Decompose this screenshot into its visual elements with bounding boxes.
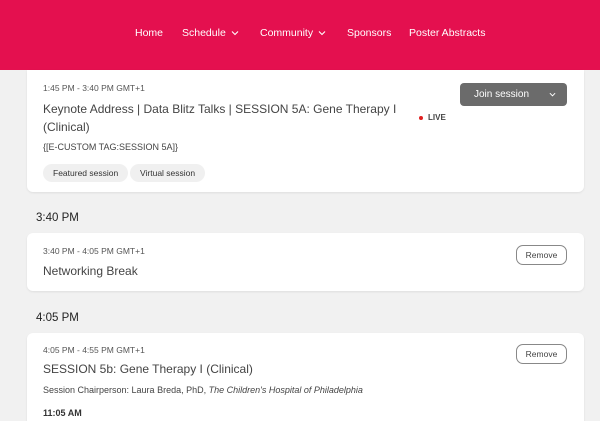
chevron-down-icon [318, 31, 326, 36]
tag-featured-session: Featured session [43, 164, 129, 182]
chevron-down-icon[interactable] [549, 91, 556, 98]
nav-home-label: Home [135, 27, 164, 39]
nav-home[interactable]: Home [135, 26, 163, 40]
join-session-button[interactable]: Join session [460, 83, 567, 106]
live-dot-icon [419, 115, 423, 120]
nav-schedule-label: Schedule [182, 27, 226, 39]
live-label: LIVE [428, 113, 446, 122]
nav-community[interactable]: Community [260, 26, 326, 40]
session-title[interactable]: Networking Break [43, 262, 138, 280]
time-slot-heading: 3:40 PM [36, 212, 79, 224]
remove-button[interactable]: Remove [516, 245, 567, 265]
nav-community-label: Community [260, 27, 314, 39]
nav-sponsors[interactable]: Sponsors [347, 26, 391, 40]
nav-sponsors-label: Sponsors [347, 27, 392, 39]
session-time: 3:40 PM - 4:05 PM GMT+1 [43, 246, 145, 256]
session-title[interactable]: SESSION 5b: Gene Therapy I (Clinical) [43, 360, 253, 378]
session-time: 1:45 PM - 3:40 PM GMT+1 [43, 83, 145, 93]
chairperson-name: Session Chairperson: Laura Breda, PhD, [43, 385, 209, 395]
top-navigation-bar: Home Schedule Community Sponsors Poster … [0, 0, 600, 70]
nav-poster-abstracts-label: Poster Abstracts [409, 27, 486, 39]
chairperson-affiliation: The Children's Hospital of Philadelphia [208, 385, 363, 395]
session-time: 4:05 PM - 4:55 PM GMT+1 [43, 345, 145, 355]
session-card[interactable]: 3:40 PM - 4:05 PM GMT+1 Networking Break… [27, 233, 584, 291]
nav-poster-abstracts[interactable]: Poster Abstracts [409, 26, 485, 40]
chevron-down-icon [231, 31, 239, 36]
session-title[interactable]: Keynote Address | Data Blitz Talks | SES… [43, 100, 396, 136]
session-card[interactable]: 4:05 PM - 4:55 PM GMT+1 SESSION 5b: Gene… [27, 333, 584, 421]
live-status: LIVE [419, 113, 446, 122]
session-chairperson: Session Chairperson: Laura Breda, PhD, T… [43, 385, 363, 395]
join-session-label: Join session [474, 89, 530, 100]
session-title-line: (Clinical) [43, 120, 90, 134]
next-session-time: 11:05 AM [43, 408, 82, 418]
session-title-line: Keynote Address | Data Blitz Talks | SES… [43, 102, 397, 116]
time-slot-heading: 4:05 PM [36, 312, 79, 324]
nav-schedule[interactable]: Schedule [182, 26, 239, 40]
tag-virtual-session: Virtual session [130, 164, 206, 182]
session-custom-tag: {[E-CUSTOM TAG:SESSION 5A]} [43, 142, 179, 152]
remove-button[interactable]: Remove [516, 344, 567, 364]
session-card[interactable]: 1:45 PM - 3:40 PM GMT+1 Keynote Address … [27, 70, 584, 192]
